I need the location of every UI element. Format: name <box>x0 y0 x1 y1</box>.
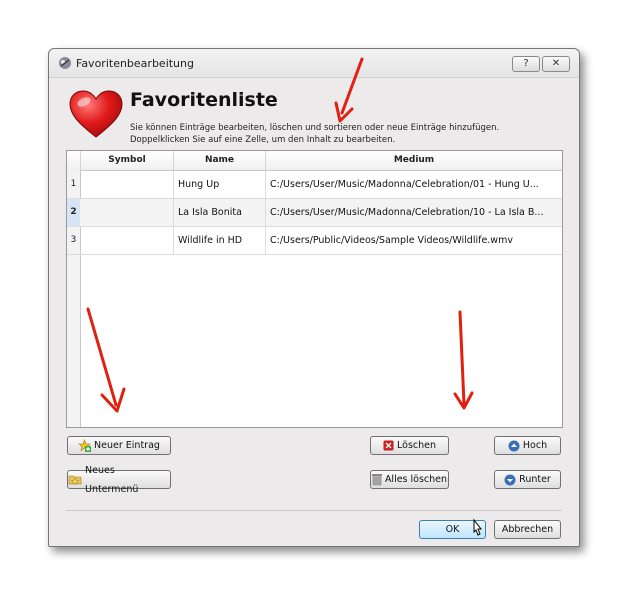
annotation-arrow-top <box>334 57 364 123</box>
annotation-arrow-left <box>86 307 126 413</box>
column-header-symbol[interactable]: Symbol <box>81 151 174 170</box>
row-number[interactable]: 3 <box>67 227 80 254</box>
new-entry-label: Neuer Eintrag <box>94 440 160 451</box>
up-button[interactable]: Hoch <box>494 436 561 455</box>
cell-medium[interactable]: C:/Users/User/Music/Madonna/Celebration/… <box>266 171 562 198</box>
description-line-2: Doppelklicken Sie auf eine Zelle, um den… <box>130 135 396 145</box>
dialog-window: Favoritenbearbeitung ? ✕ Favoritenliste … <box>48 48 580 547</box>
cell-symbol[interactable] <box>81 227 174 254</box>
cell-symbol[interactable] <box>81 199 174 226</box>
cell-symbol[interactable] <box>81 171 174 198</box>
arrow-up-icon <box>508 440 520 451</box>
corner-cell <box>67 151 81 170</box>
column-header-medium[interactable]: Medium <box>266 151 562 170</box>
table-row-selected[interactable]: 2 La Isla Bonita C:/Users/User/Music/Mad… <box>67 199 562 227</box>
cell-name[interactable]: Hung Up <box>174 171 266 198</box>
app-icon <box>59 57 71 69</box>
folder-star-icon <box>68 475 82 485</box>
up-label: Hoch <box>522 440 548 451</box>
trash-icon <box>371 474 382 486</box>
description-line-1: Sie können Einträge bearbeiten, löschen … <box>130 123 500 133</box>
close-button[interactable]: ✕ <box>542 56 570 72</box>
cell-medium[interactable]: C:/Users/User/Music/Madonna/Celebration/… <box>266 199 562 226</box>
cancel-button[interactable]: Abbrechen <box>494 520 561 539</box>
help-button[interactable]: ? <box>512 56 540 72</box>
cell-name[interactable]: La Isla Bonita <box>174 199 266 226</box>
annotation-arrow-right <box>453 310 474 410</box>
new-submenu-button[interactable]: Neues Untermenü <box>67 465 171 495</box>
cell-name[interactable]: Wildlife in HD <box>174 227 266 254</box>
down-button[interactable]: Runter <box>494 470 561 489</box>
cell-medium[interactable]: C:/Users/Public/Videos/Sample Videos/Wil… <box>266 227 562 254</box>
delete-x-icon <box>383 440 394 451</box>
description: Sie können Einträge bearbeiten, löschen … <box>130 122 499 146</box>
mouse-cursor-icon <box>473 518 483 536</box>
favorites-table[interactable]: Symbol Name Medium 1 Hung Up C:/Users/Us… <box>66 150 563 428</box>
delete-label: Löschen <box>397 440 436 451</box>
page-title: Favoritenliste <box>130 89 278 111</box>
dialog-body: Favoritenliste Sie können Einträge bearb… <box>57 78 571 539</box>
cancel-label: Abbrechen <box>501 524 554 535</box>
row-number[interactable]: 1 <box>67 171 80 198</box>
column-header-name[interactable]: Name <box>174 151 266 170</box>
row-number[interactable]: 2 <box>67 199 80 226</box>
ok-label: OK <box>445 524 460 535</box>
heart-icon <box>69 90 123 138</box>
table-row[interactable]: 3 Wildlife in HD C:/Users/Public/Videos/… <box>67 227 562 255</box>
window-title: Favoritenbearbeitung <box>76 57 194 70</box>
add-star-icon <box>78 439 92 452</box>
new-submenu-label: Neues Untermenü <box>85 464 139 495</box>
delete-button[interactable]: Löschen <box>370 436 449 455</box>
arrow-down-icon <box>504 474 516 485</box>
table-header: Symbol Name Medium <box>67 151 562 171</box>
new-entry-button[interactable]: Neuer Eintrag <box>67 436 171 455</box>
delete-all-button[interactable]: Alles löschen <box>370 470 449 489</box>
delete-all-label: Alles löschen <box>384 474 448 485</box>
separator <box>66 510 562 511</box>
title-bar[interactable]: Favoritenbearbeitung ? ✕ <box>49 49 579 78</box>
table-row[interactable]: 1 Hung Up C:/Users/User/Music/Madonna/Ce… <box>67 171 562 199</box>
down-label: Runter <box>519 474 551 485</box>
